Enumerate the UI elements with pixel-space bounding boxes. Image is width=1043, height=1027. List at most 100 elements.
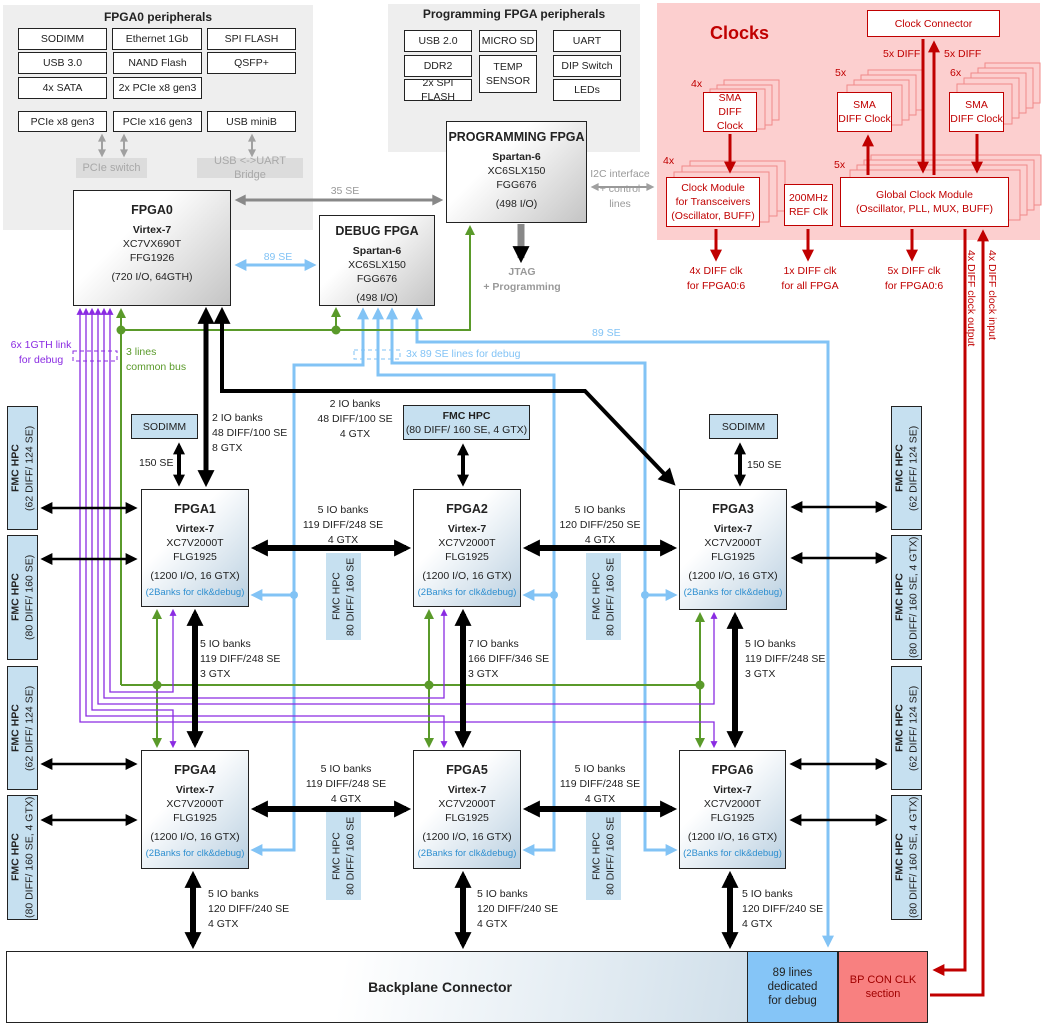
label-line: 1x DIFF clk [783, 265, 837, 277]
label-jtag: JTAG + Programming [483, 265, 560, 295]
label-line: 119 DIFF/248 SE [305, 778, 387, 790]
label-f4-f5: 5 IO banks 119 DIFF/248 SE 4 GTX [306, 762, 386, 807]
label-line: JTAG [508, 266, 536, 278]
label-line: 150 SE [747, 459, 782, 471]
fpga-package: FLG1925 [173, 551, 217, 563]
pp-temp-box: TEMP SENSOR [479, 55, 537, 93]
label-f2-f5: 7 IO banks 166 DIFF/346 SE 3 GTX [468, 637, 549, 682]
label-f5-f6: 5 IO banks 119 DIFF/248 SE 4 GTX [560, 762, 640, 807]
fpga-part: XC6SLX150 [348, 259, 406, 271]
label-gth: 6x 1GTH link for debug [11, 338, 72, 368]
box-label: BP CON CLK [849, 974, 917, 986]
label-line: 5 IO banks [574, 763, 626, 775]
label-diff-up: 5x DIFF [944, 47, 981, 62]
label-line: + control [599, 183, 641, 195]
fpga-title: PROGRAMMING FPGA [448, 130, 585, 144]
label-line: 150 SE [139, 457, 174, 469]
p0-usbmini-box: USB miniB [207, 111, 296, 132]
fpga-board-block-diagram: FPGA0 peripherals Programming FPGA perip… [0, 0, 1043, 1027]
label-line: 35 SE [330, 185, 360, 197]
fpga2-chip[interactable]: FPGA2 Virtex-7 XC7V2000T FLG1925 (1200 I/O, … [413, 489, 521, 607]
pp-sd-box: MICRO SD [479, 30, 537, 52]
box-label: SPI FLASH [224, 33, 279, 45]
fpga-io: (1200 I/O, 16 GTX) [150, 570, 240, 582]
box-label: NAND Flash [128, 57, 187, 69]
p0-spi-box: SPI FLASH [207, 28, 296, 50]
label-f0-f1: 2 IO banks 48 DIFF/100 SE 8 GTX [212, 411, 287, 456]
box-label: (Oscillator, PLL, MUX, BUFF) [855, 203, 994, 215]
box-label: PCIe x8 gen3 [30, 115, 95, 128]
fpga-io: (1200 I/O, 16 GTX) [150, 831, 240, 843]
label-gcm-out: 5x DIFF clk for FPGA0:6 [885, 264, 943, 294]
pp-uart-box: UART [553, 30, 621, 52]
label-clk-trx-out: 4x DIFF clk for FPGA0:6 [687, 264, 745, 294]
fpga-family: Spartan-6 [492, 151, 541, 163]
debug-chip[interactable]: DEBUG FPGA Spartan-6 XC6SLX150 FGG676 (498 I… [319, 215, 435, 306]
p0-pciex8-box: PCIe x8 gen3 [18, 111, 107, 132]
box-label: 4x SATA [42, 82, 83, 94]
box-label: Ethernet 1Gb [125, 33, 189, 45]
box-label: TEMP [493, 61, 523, 73]
label-f5-bp: 5 IO banks 120 DIFF/240 SE 4 GTX [477, 887, 558, 932]
fpga1-chip[interactable]: FPGA1 Virtex-7 XC7V2000T FLG1925 (1200 I/O, … [141, 489, 249, 607]
fpga-note: (2Banks for clk&debug) [417, 587, 517, 598]
box-label: (62 DIFF/ 124 SE) [23, 685, 36, 771]
pp-spi-box: 2x SPI FLASH [404, 77, 472, 103]
fpga-note: (2Banks for clk&debug) [145, 848, 245, 859]
label-line: 3 GTX [200, 668, 231, 680]
label-line: 4x [691, 78, 703, 90]
fpga-package: FGG676 [496, 179, 537, 191]
label-line: 4x DIFF clk [689, 265, 743, 277]
label-f0-f3: 2 IO banks 48 DIFF/100 SE 4 GTX [317, 397, 392, 442]
label-line: 5 IO banks [574, 504, 626, 516]
label-line: 4 GTX [339, 428, 371, 440]
box-label: SODIMM [721, 420, 766, 433]
ref200-box: 200MHz REF Clk [784, 184, 833, 226]
box-label: (80 DIFF/ 160 SE, 4 GTX) [23, 796, 36, 919]
fpga-note: (2Banks for clk&debug) [145, 587, 245, 598]
label-line: 3 GTX [745, 668, 776, 680]
label-line: 119 DIFF/248 SE [745, 653, 826, 665]
box-label: (62 DIFF/ 124 SE) [907, 425, 920, 511]
fpga-note: (2Banks for clk&debug) [683, 848, 782, 859]
box-label: (62 DIFF/ 124 SE) [907, 685, 920, 771]
label-line: 2 IO banks [329, 398, 381, 410]
box-label: 80 DIFF/ 160 SE [604, 816, 617, 896]
label-se35: 35 SE [331, 184, 360, 199]
fpga0-chip[interactable]: FPGA0 Virtex-7 XC7VX690T FFG1926 (720 I/O, 6… [73, 190, 231, 306]
box-label: Clock Connector [894, 17, 973, 30]
label-line: 120 DIFF/240 SE [208, 903, 290, 915]
junction-dot [641, 591, 649, 599]
box-label: USB miniB [226, 115, 277, 128]
label-line: 5 IO banks [208, 888, 259, 900]
label-line: 119 DIFF/248 SE [200, 653, 281, 665]
junction-dot [695, 680, 705, 690]
label-line: 4 GTX [742, 918, 773, 930]
label-line: 4x DIFF clock output [965, 250, 977, 347]
box-label: 2x SPI FLASH [421, 77, 455, 103]
box-label: Clock Module [681, 182, 745, 194]
fpga3-chip[interactable]: FPGA3 Virtex-7 XC7V2000T FLG1925 (1200 I/O, … [679, 489, 787, 610]
label-line: 89 SE [592, 327, 621, 339]
box-label: dedicated [767, 981, 818, 993]
fpga-title: DEBUG FPGA [335, 224, 419, 238]
prog-chip[interactable]: PROGRAMMING FPGA Spartan-6 XC6SLX150 FGG676… [446, 121, 587, 223]
label-line: 5 IO banks [745, 638, 796, 650]
fpga5-chip[interactable]: FPGA5 Virtex-7 XC7V2000T FLG1925 (1200 I/O, … [413, 750, 521, 869]
box-label: Backplane Connector [368, 979, 512, 995]
fpga-part: XC7V2000T [166, 537, 224, 549]
fpga-family: Virtex-7 [132, 224, 172, 236]
label-f6-bp: 5 IO banks 120 DIFF/240 SE 4 GTX [742, 887, 823, 932]
label-line: 3x 89 SE lines for debug [406, 348, 521, 360]
junction-dot [290, 591, 298, 599]
p0-nand-box: NAND Flash [113, 52, 202, 74]
bp-clk-box: BP CON CLK section [838, 951, 928, 1023]
fpga-family: Virtex-7 [175, 523, 215, 535]
fpga-title: FPGA5 [446, 763, 488, 777]
box-label: FMC HPC [893, 444, 906, 492]
label-bus: 3 lines common bus [126, 345, 186, 375]
fpga6-chip[interactable]: FPGA6 Virtex-7 XC7V2000T FLG1925 (1200 I/O, … [679, 750, 786, 869]
fpga4-chip[interactable]: FPGA4 Virtex-7 XC7V2000T FLG1925 (1200 I/O, … [141, 750, 249, 869]
label-line: 5x DIFF clk [887, 265, 941, 277]
pp-leds-box: LEDs [553, 79, 621, 101]
